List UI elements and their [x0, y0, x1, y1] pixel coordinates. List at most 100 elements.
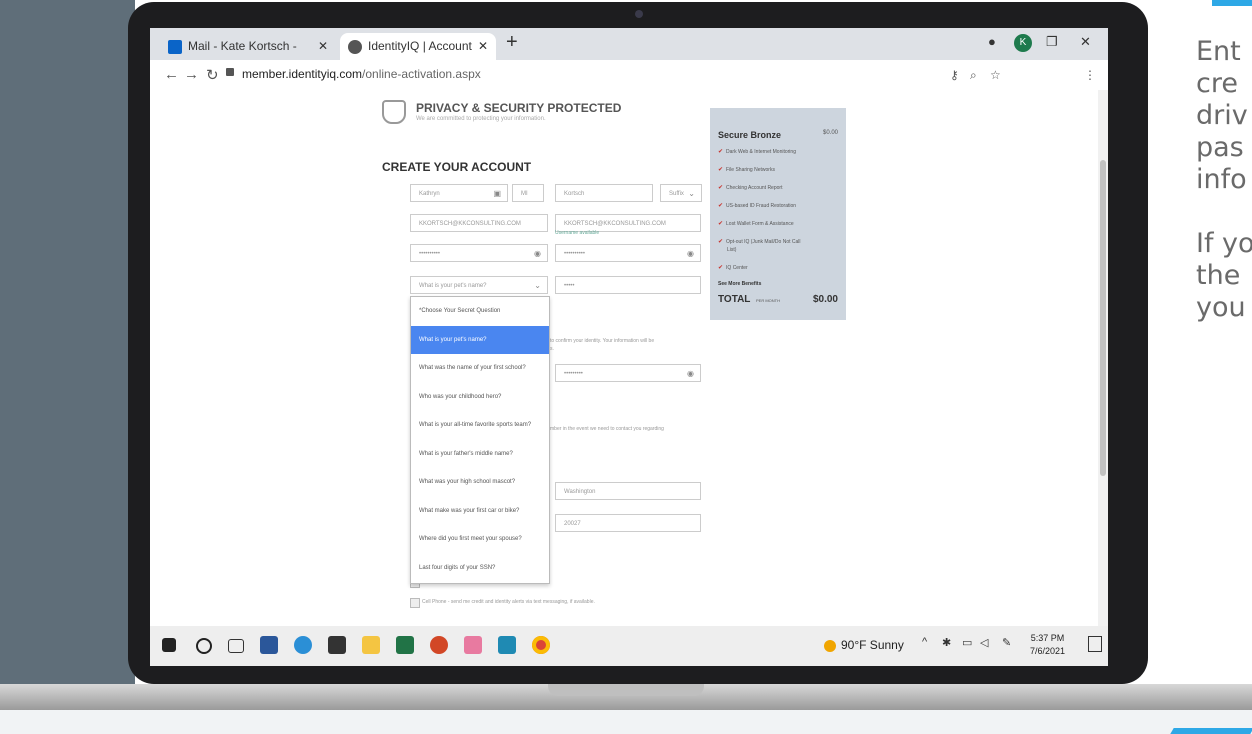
maximize-icon[interactable]: ❐ — [1046, 34, 1058, 50]
menu-icon[interactable]: ⋮ — [1084, 68, 1096, 82]
dropdown-option[interactable]: What is your all-time favorite sports te… — [411, 411, 549, 440]
new-tab-button[interactable]: + — [506, 31, 518, 54]
total-sub-label: PER MONTH — [756, 298, 780, 303]
ssn-value: ••••••••• — [564, 371, 583, 377]
notification-icon[interactable] — [1088, 636, 1102, 652]
plan-feature-label: File Sharing Networks — [726, 167, 775, 173]
dropdown-option[interactable]: What was your high school mascot? — [411, 468, 549, 497]
state-field[interactable]: Washington — [555, 482, 701, 500]
address-bar: ← → ↻ member.identityiq.com/online-activ… — [150, 60, 1108, 91]
dropdown-option[interactable]: What make was your first car or bike? — [411, 497, 549, 526]
id-card-icon: ▣ — [493, 189, 501, 198]
plan-feature: ✔ US-based ID Fraud Restoration — [718, 202, 796, 209]
slide-text-line: If yo — [1196, 228, 1252, 259]
url-field[interactable]: member.identityiq.com/online-activation.… — [242, 67, 481, 81]
eye-icon[interactable]: ◉ — [687, 365, 694, 381]
plan-feature-label: Dark Web & Internet Monitoring — [726, 149, 796, 155]
secret-question-select[interactable]: What is your pet's name? ⌄ — [410, 276, 548, 294]
clock-time: 5:37 PM — [1030, 633, 1065, 643]
app-tray-icon[interactable]: ✱ — [942, 636, 951, 649]
battery-icon[interactable]: ▭ — [962, 636, 972, 649]
slide-text-line: Ent — [1196, 36, 1241, 67]
key-icon[interactable]: ⚷ — [950, 68, 959, 82]
pen-icon[interactable]: ✎ — [1002, 636, 1011, 649]
laptop-notch — [548, 684, 704, 696]
calculator-icon[interactable] — [498, 636, 516, 654]
outlook-icon — [168, 39, 182, 54]
profile-icon[interactable]: ● — [988, 34, 996, 49]
slide-accent-bottom — [1170, 728, 1252, 734]
ssn-field[interactable]: ••••••••• ◉ — [555, 364, 701, 382]
snipping-tool-icon[interactable] — [464, 636, 482, 654]
check-icon: ✔ — [718, 239, 724, 245]
star-icon[interactable]: ☆ — [990, 68, 1001, 82]
eye-icon[interactable]: ◉ — [687, 245, 694, 261]
check-icon: ✔ — [718, 265, 724, 271]
edge-icon[interactable] — [294, 636, 312, 654]
close-window-icon[interactable]: ✕ — [1080, 34, 1091, 50]
forward-icon[interactable]: → — [184, 66, 199, 83]
cell-phone-checkbox-label: Cell Phone - send me credit and identity… — [422, 599, 595, 605]
dropdown-option[interactable]: What is your father's middle name? — [411, 440, 549, 469]
close-tab-icon[interactable]: ✕ — [478, 33, 488, 59]
clock[interactable]: 5:37 PM 7/6/2021 — [1030, 632, 1065, 658]
task-view-icon[interactable] — [228, 639, 244, 653]
dropdown-option[interactable]: Where did you first meet your spouse? — [411, 525, 549, 554]
cell-phone-checkbox[interactable] — [410, 598, 420, 608]
plan-feature-label: IQ Center — [726, 265, 748, 271]
dropdown-option[interactable]: What was the name of your first school? — [411, 354, 549, 383]
store-icon[interactable] — [328, 636, 346, 654]
dropdown-option[interactable]: *Choose Your Secret Question — [411, 297, 549, 326]
scrollbar-thumb[interactable] — [1100, 160, 1106, 476]
back-icon[interactable]: ← — [164, 66, 179, 83]
dropdown-option[interactable]: Who was your childhood hero? — [411, 383, 549, 412]
plan-feature-label: Checking Account Report — [726, 185, 783, 191]
chrome-icon[interactable] — [532, 636, 550, 654]
weather-widget[interactable]: 90°F Sunny — [824, 638, 904, 652]
plan-feature-label: Lost Wallet Form & Assistance — [726, 221, 794, 227]
password-confirm-field[interactable]: •••••••••• ◉ — [555, 244, 701, 262]
reload-icon[interactable]: ↻ — [206, 66, 219, 84]
privacy-subtitle: We are committed to protecting your info… — [416, 116, 546, 122]
privacy-title: PRIVACY & SECURITY PROTECTED — [416, 101, 622, 115]
see-more-link[interactable]: See More Benefits — [718, 281, 761, 287]
dropdown-option[interactable]: Last four digits of your SSN? — [411, 554, 549, 583]
zip-field[interactable]: 20027 — [555, 514, 701, 532]
file-explorer-icon[interactable] — [362, 636, 380, 654]
dropdown-option-selected[interactable]: What is your pet's name? — [411, 325, 549, 354]
suffix-select[interactable]: Suffix ⌄ — [660, 184, 702, 202]
plan-summary: Secure Bronze $0.00 ✔ Dark Web & Internet… — [710, 108, 846, 320]
word-icon[interactable] — [260, 636, 278, 654]
zoom-icon[interactable]: ⌕ — [970, 68, 977, 83]
last-name-field[interactable]: Kortsch — [555, 184, 653, 202]
first-name-field[interactable]: Kathryn ▣ — [410, 184, 508, 202]
volume-icon[interactable]: ◁ — [980, 636, 988, 649]
email-field[interactable]: KKORTSCH@KKCONSULTING.COM — [410, 214, 548, 232]
plan-feature: ✔ File Sharing Networks — [718, 166, 775, 173]
tab-identityiq[interactable]: IdentityIQ | Account Setup ✕ — [340, 33, 496, 79]
search-icon[interactable] — [196, 638, 212, 654]
secret-question-value: What is your pet's name? — [419, 283, 487, 289]
plan-feature: ✔ IQ Center — [718, 264, 748, 271]
excel-icon[interactable] — [396, 636, 414, 654]
mi-field[interactable]: MI — [512, 184, 544, 202]
close-tab-icon[interactable]: ✕ — [318, 33, 328, 59]
plan-feature-label: Opt-out IQ (Junk Mail/Do Not Call — [726, 239, 801, 245]
eye-icon[interactable]: ◉ — [534, 245, 541, 261]
avatar[interactable]: K — [1014, 34, 1032, 52]
chevron-up-icon[interactable]: ^ — [922, 636, 927, 648]
secret-answer-field[interactable]: ••••• — [555, 276, 701, 294]
lock-icon — [226, 68, 234, 76]
clock-date: 7/6/2021 — [1030, 646, 1066, 656]
powerpoint-icon[interactable] — [430, 636, 448, 654]
tab-outlook[interactable]: Mail - Kate Kortsch - Outlook ✕ — [160, 33, 336, 79]
plan-feature: ✔ Checking Account Report — [718, 184, 782, 191]
suffix-value: Suffix — [669, 191, 684, 197]
password-field[interactable]: •••••••••• ◉ — [410, 244, 548, 262]
windows-start-icon[interactable] — [162, 638, 176, 652]
page-scrollbar[interactable] — [1098, 90, 1108, 626]
check-icon: ✔ — [718, 221, 724, 227]
slide-accent-top — [1212, 0, 1252, 6]
browser-tab-bar: Mail - Kate Kortsch - Outlook ✕ Identity… — [150, 28, 1108, 79]
page-content: PRIVACY & SECURITY PROTECTED We are comm… — [150, 90, 1108, 626]
